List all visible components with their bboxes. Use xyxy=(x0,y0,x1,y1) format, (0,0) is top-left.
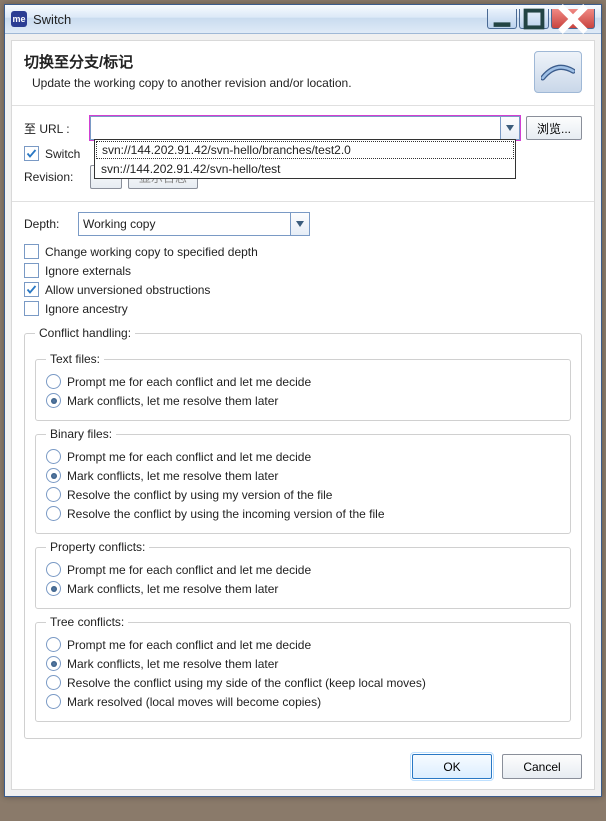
binary-files-group: Binary files: Prompt me for each conflic… xyxy=(35,427,571,534)
radio-icon xyxy=(46,374,61,389)
radio-label: Prompt me for each conflict and let me d… xyxy=(67,563,311,577)
url-combo[interactable] xyxy=(90,116,520,140)
binary-files-option-2[interactable]: Resolve the conflict by using my version… xyxy=(46,487,560,502)
radio-label: Resolve the conflict by using my version… xyxy=(67,488,332,502)
app-icon: me xyxy=(11,11,27,27)
radio-icon xyxy=(46,581,61,596)
chevron-down-icon[interactable] xyxy=(500,117,519,139)
property-option-0[interactable]: Prompt me for each conflict and let me d… xyxy=(46,562,560,577)
property-legend: Property conflicts: xyxy=(46,540,149,554)
text-files-legend: Text files: xyxy=(46,352,104,366)
ok-button[interactable]: OK xyxy=(412,754,492,779)
radio-icon xyxy=(46,675,61,690)
revision-label: Revision: xyxy=(24,170,84,184)
depth-value: Working copy xyxy=(79,213,290,235)
url-option-0[interactable]: svn://144.202.91.42/svn-hello/branches/t… xyxy=(96,141,514,159)
radio-icon xyxy=(46,487,61,502)
cancel-button[interactable]: Cancel xyxy=(502,754,582,779)
property-conflicts-group: Property conflicts: Prompt me for each c… xyxy=(35,540,571,609)
radio-label: Resolve the conflict by using the incomi… xyxy=(67,507,385,521)
client-area: 切换至分支/标记 Update the working copy to anot… xyxy=(11,40,595,790)
change-depth-label: Change working copy to specified depth xyxy=(45,245,258,259)
separator-2 xyxy=(12,201,594,202)
conflict-handling-group: Conflict handling: Text files: Prompt me… xyxy=(24,326,582,739)
tree-option-0[interactable]: Prompt me for each conflict and let me d… xyxy=(46,637,560,652)
url-label: 至 URL : xyxy=(24,120,84,137)
text-files-group: Text files: Prompt me for each conflict … xyxy=(35,352,571,421)
close-button[interactable] xyxy=(551,9,595,29)
separator xyxy=(12,105,594,106)
page-subtitle: Update the working copy to another revis… xyxy=(24,76,352,90)
maximize-button[interactable] xyxy=(519,9,549,29)
ignore-externals-checkbox[interactable]: Ignore externals xyxy=(24,263,582,278)
url-dropdown-list[interactable]: svn://144.202.91.42/svn-hello/branches/t… xyxy=(94,139,516,179)
radio-label: Resolve the conflict using my side of th… xyxy=(67,676,426,690)
allow-unversioned-label: Allow unversioned obstructions xyxy=(45,283,210,297)
binary-files-option-1[interactable]: Mark conflicts, let me resolve them late… xyxy=(46,468,560,483)
radio-icon xyxy=(46,393,61,408)
property-option-1[interactable]: Mark conflicts, let me resolve them late… xyxy=(46,581,560,596)
titlebar: me Switch xyxy=(5,5,601,34)
minimize-button[interactable] xyxy=(487,9,517,29)
browse-button[interactable]: 浏览... xyxy=(526,116,582,140)
tree-option-3[interactable]: Mark resolved (local moves will become c… xyxy=(46,694,560,709)
switch-checkbox-label: Switch xyxy=(45,147,80,161)
conflict-legend: Conflict handling: xyxy=(35,326,135,340)
depth-label: Depth: xyxy=(24,217,72,231)
footer: OK Cancel xyxy=(412,754,582,779)
radio-icon xyxy=(46,506,61,521)
url-value[interactable] xyxy=(91,117,500,139)
tree-legend: Tree conflicts: xyxy=(46,615,128,629)
ignore-ancestry-label: Ignore ancestry xyxy=(45,302,128,316)
text-files-option-1[interactable]: Mark conflicts, let me resolve them late… xyxy=(46,393,560,408)
tree-option-2[interactable]: Resolve the conflict using my side of th… xyxy=(46,675,560,690)
radio-label: Mark conflicts, let me resolve them late… xyxy=(67,582,278,596)
ignore-externals-label: Ignore externals xyxy=(45,264,131,278)
radio-label: Mark conflicts, let me resolve them late… xyxy=(67,394,278,408)
binary-files-option-0[interactable]: Prompt me for each conflict and let me d… xyxy=(46,449,560,464)
radio-icon xyxy=(46,637,61,652)
depth-combo[interactable]: Working copy xyxy=(78,212,310,236)
radio-label: Prompt me for each conflict and let me d… xyxy=(67,375,311,389)
radio-label: Prompt me for each conflict and let me d… xyxy=(67,450,311,464)
tree-conflicts-group: Tree conflicts: Prompt me for each confl… xyxy=(35,615,571,722)
window-title: Switch xyxy=(33,12,71,27)
checkbox-icon xyxy=(24,146,39,161)
radio-label: Mark conflicts, let me resolve them late… xyxy=(67,469,278,483)
checkbox-icon xyxy=(24,301,39,316)
radio-icon xyxy=(46,449,61,464)
radio-icon xyxy=(46,656,61,671)
binary-files-legend: Binary files: xyxy=(46,427,116,441)
checkbox-icon xyxy=(24,282,39,297)
allow-unversioned-checkbox[interactable]: Allow unversioned obstructions xyxy=(24,282,582,297)
chevron-down-icon[interactable] xyxy=(290,213,309,235)
binary-files-option-3[interactable]: Resolve the conflict by using the incomi… xyxy=(46,506,560,521)
page-title: 切换至分支/标记 xyxy=(24,51,352,72)
radio-icon xyxy=(46,562,61,577)
checkbox-icon xyxy=(24,263,39,278)
url-option-1[interactable]: svn://144.202.91.42/svn-hello/test xyxy=(95,160,515,178)
radio-icon xyxy=(46,694,61,709)
radio-label: Mark resolved (local moves will become c… xyxy=(67,695,321,709)
ignore-ancestry-checkbox[interactable]: Ignore ancestry xyxy=(24,301,582,316)
radio-label: Mark conflicts, let me resolve them late… xyxy=(67,657,278,671)
checkbox-icon xyxy=(24,244,39,259)
tree-option-1[interactable]: Mark conflicts, let me resolve them late… xyxy=(46,656,560,671)
switch-icon xyxy=(534,51,582,93)
radio-icon xyxy=(46,468,61,483)
radio-label: Prompt me for each conflict and let me d… xyxy=(67,638,311,652)
text-files-option-0[interactable]: Prompt me for each conflict and let me d… xyxy=(46,374,560,389)
change-depth-checkbox[interactable]: Change working copy to specified depth xyxy=(24,244,582,259)
dialog-window: me Switch 切换至分支/标记 Update the working co… xyxy=(4,4,602,797)
